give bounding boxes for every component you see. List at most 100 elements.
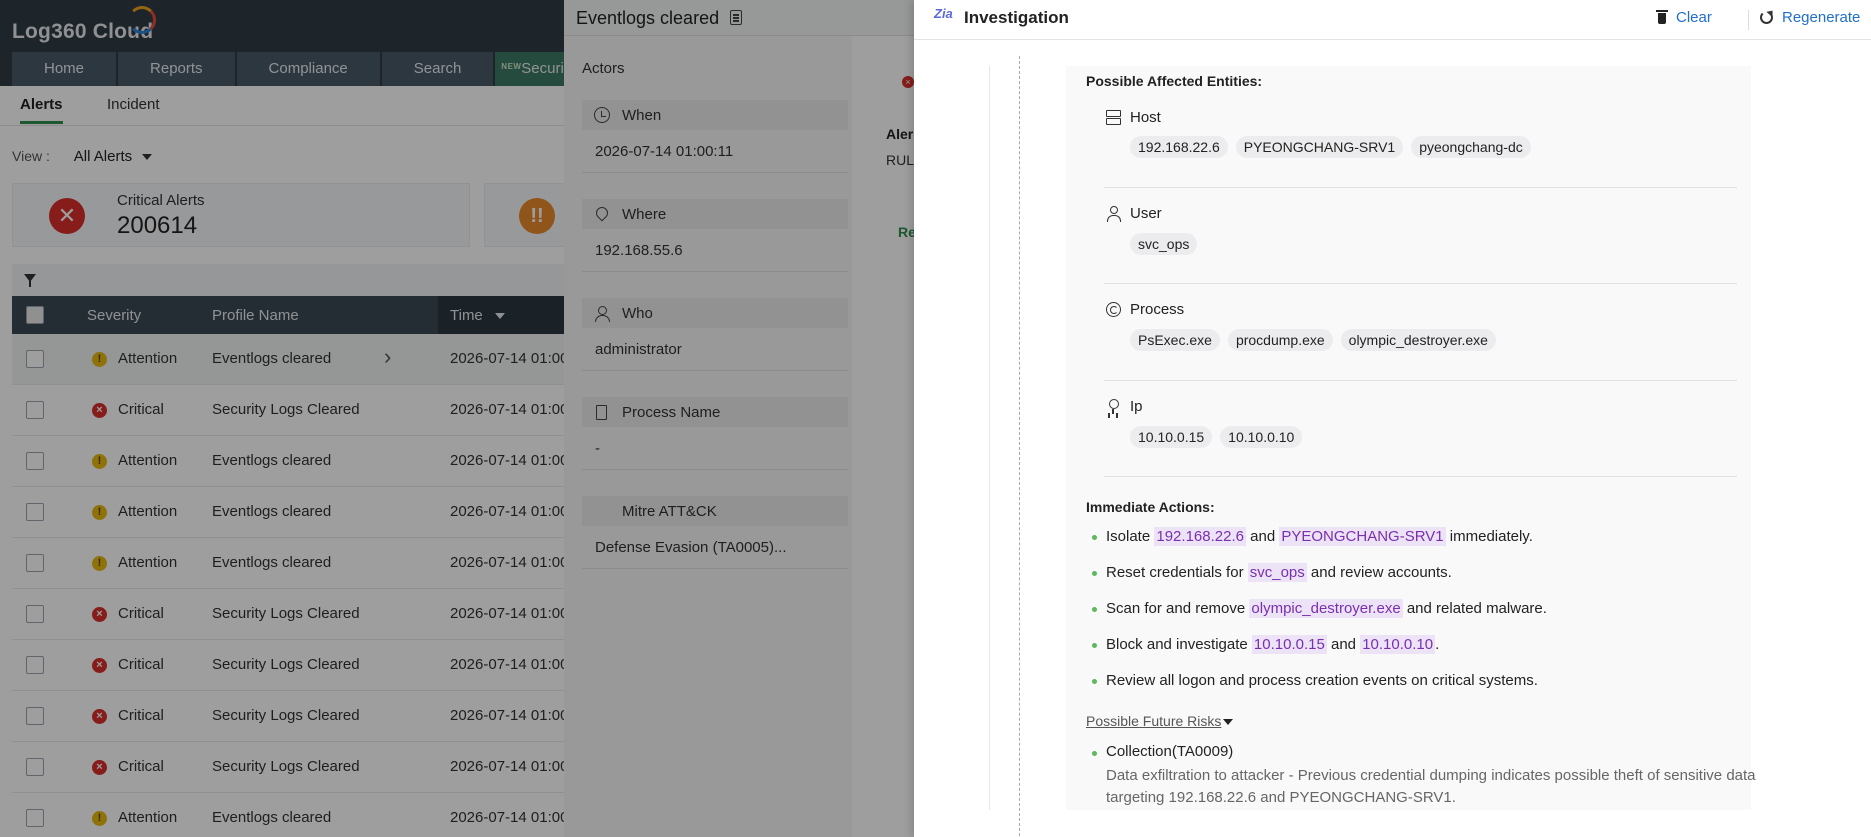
divider — [582, 370, 848, 371]
row-checkbox[interactable] — [26, 503, 44, 521]
who-value: administrator — [595, 341, 682, 358]
table-row[interactable]: ! Attention Eventlogs cleared 2026-07-14… — [12, 538, 588, 589]
table-row[interactable]: ! Attention Eventlogs cleared 2026-07-14… — [12, 487, 588, 538]
select-all-checkbox[interactable] — [26, 306, 44, 324]
row-checkbox[interactable] — [26, 350, 44, 368]
nav-compliance[interactable]: Compliance — [236, 52, 380, 86]
critical-icon: × — [92, 403, 107, 418]
clock-icon — [594, 107, 610, 123]
nav-search[interactable]: Search — [381, 52, 494, 86]
row-checkbox[interactable] — [26, 401, 44, 419]
risk-tactic: Collection(TA0009) — [1106, 743, 1234, 760]
highlight-token: 10.10.0.10 — [1360, 635, 1436, 654]
entity-host-label: Host — [1130, 109, 1161, 126]
when-field-header: When — [582, 100, 848, 130]
user-chip[interactable]: svc_ops — [1130, 233, 1198, 255]
row-checkbox[interactable] — [26, 758, 44, 776]
where-value: 192.168.55.6 — [595, 242, 683, 259]
mitre-value[interactable]: Defense Evasion (TA0005)... — [595, 539, 786, 556]
guide-line — [989, 66, 990, 810]
clear-label: Clear — [1676, 9, 1712, 26]
future-risks-toggle[interactable]: Possible Future Risks — [1086, 713, 1234, 729]
clear-button[interactable]: Clear — [1656, 9, 1712, 26]
ip-chips: 10.10.0.15 10.10.0.10 — [1130, 426, 1303, 448]
entity-process-header: Process — [1106, 301, 1185, 318]
status-x-icon: × — [902, 76, 914, 88]
process-label: Process Name — [622, 404, 721, 421]
row-profile: Eventlogs cleared — [212, 554, 332, 571]
chevron-right-icon[interactable]: › — [384, 344, 391, 370]
tab-incident[interactable]: Incident — [107, 96, 160, 113]
entity-process-label: Process — [1130, 301, 1185, 318]
divider — [582, 271, 848, 272]
attention-icon: ! — [92, 352, 107, 367]
risk-description: Data exfiltration to attacker - Previous… — [1106, 767, 1756, 806]
entity-divider — [1104, 187, 1737, 188]
nav-reports[interactable]: Reports — [118, 52, 235, 86]
row-checkbox[interactable] — [26, 605, 44, 623]
highlight-token: olympic_destroyer.exe — [1249, 599, 1403, 618]
table-row[interactable]: ! Attention Eventlogs cleared 2026-07-14… — [12, 436, 588, 487]
row-severity: Critical — [118, 605, 164, 622]
critical-icon: × — [92, 658, 107, 673]
network-pin-icon — [1106, 399, 1121, 414]
process-icon — [1106, 302, 1121, 317]
table-row[interactable]: × Critical Security Logs Cleared 2026-07… — [12, 640, 588, 691]
bullet-dot — [1092, 535, 1097, 540]
nav-home[interactable]: Home — [12, 52, 117, 86]
view-label: View : — [12, 148, 50, 164]
table-row[interactable]: × Critical Security Logs Cleared 2026-07… — [12, 385, 588, 436]
row-checkbox[interactable] — [26, 452, 44, 470]
entity-divider — [1104, 380, 1737, 381]
process-chip[interactable]: olympic_destroyer.exe — [1340, 329, 1496, 351]
filter-bar — [12, 264, 572, 296]
trash-icon — [1656, 10, 1668, 24]
user-icon — [594, 305, 610, 322]
critical-alerts-card[interactable]: ✕ Critical Alerts 200614 — [12, 183, 470, 247]
process-field-header: Process Name — [582, 397, 848, 427]
ip-chip[interactable]: 10.10.0.15 — [1130, 426, 1213, 448]
highlight-token: 10.10.0.15 — [1251, 635, 1327, 654]
critical-icon: × — [92, 760, 107, 775]
row-checkbox[interactable] — [26, 707, 44, 725]
refresh-icon — [1760, 11, 1773, 24]
row-profile: Eventlogs cleared — [212, 350, 332, 367]
attention-alerts-card[interactable]: !! — [484, 183, 574, 247]
divider — [582, 172, 848, 173]
row-severity: Critical — [118, 707, 164, 724]
document-icon[interactable] — [730, 10, 742, 25]
table-row[interactable]: × Critical Security Logs Cleared 2026-07… — [12, 589, 588, 640]
process-doc-icon — [596, 405, 607, 420]
divider — [582, 469, 848, 470]
new-badge: NEW — [501, 62, 522, 71]
table-row[interactable]: × Critical Security Logs Cleared 2026-07… — [12, 691, 588, 742]
row-profile: Security Logs Cleared — [212, 605, 360, 622]
col-time[interactable]: Time — [438, 296, 572, 334]
table-row[interactable]: ! Attention Eventlogs cleared 2026-07-14… — [12, 793, 588, 837]
view-value: All Alerts — [73, 148, 133, 165]
regenerate-button[interactable]: Regenerate — [1760, 9, 1860, 26]
ip-chip[interactable]: 10.10.0.10 — [1220, 426, 1303, 448]
row-severity: Attention — [118, 350, 178, 367]
logo-swoosh-icon — [128, 6, 156, 34]
process-chip[interactable]: procdump.exe — [1227, 329, 1333, 351]
col-profile-name[interactable]: Profile Name — [212, 307, 299, 324]
view-selector[interactable]: View : All Alerts — [12, 148, 153, 165]
tab-alerts[interactable]: Alerts — [20, 96, 63, 124]
attention-icon: ! — [92, 454, 107, 469]
process-chip[interactable]: PsExec.exe — [1130, 329, 1220, 351]
row-checkbox[interactable] — [26, 809, 44, 827]
col-time-label: Time — [450, 307, 483, 324]
table-row[interactable]: ! Attention Eventlogs cleared › 2026-07-… — [12, 334, 588, 385]
row-checkbox[interactable] — [26, 656, 44, 674]
filter-icon[interactable] — [24, 274, 36, 287]
row-profile: Security Logs Cleared — [212, 401, 360, 418]
investigation-content[interactable]: Possible Affected Entities: Host 192.168… — [914, 40, 1871, 837]
table-row[interactable]: × Critical Security Logs Cleared 2026-07… — [12, 742, 588, 793]
host-chip[interactable]: PYEONGCHANG-SRV1 — [1235, 136, 1404, 158]
chevron-down-icon — [142, 154, 153, 161]
host-chip[interactable]: pyeongchang-dc — [1411, 136, 1531, 158]
row-checkbox[interactable] — [26, 554, 44, 572]
host-chip[interactable]: 192.168.22.6 — [1130, 136, 1228, 158]
col-severity[interactable]: Severity — [87, 307, 141, 324]
